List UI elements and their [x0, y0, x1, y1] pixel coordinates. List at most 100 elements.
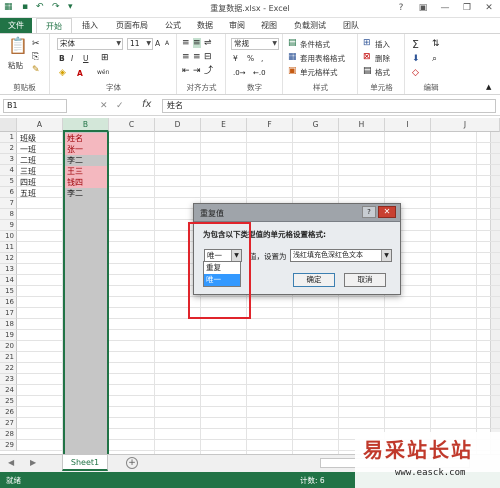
dialog-help-button[interactable]: ? — [362, 206, 376, 218]
tab-formulas[interactable]: 公式 — [158, 18, 188, 33]
confirm-entry-icon[interactable]: ✓ — [116, 101, 124, 111]
row-header[interactable]: 22 — [0, 363, 17, 374]
row-header[interactable]: 3 — [0, 154, 17, 165]
row-header[interactable]: 18 — [0, 319, 17, 330]
paste-icon[interactable]: 📋 — [8, 38, 28, 54]
row-header[interactable]: 1 — [0, 132, 17, 143]
column-header-h[interactable]: H — [339, 118, 385, 132]
font-color-button[interactable]: A — [77, 69, 83, 78]
cell-a1[interactable]: 班级 — [18, 133, 36, 144]
cell-b3[interactable]: 李二 — [65, 155, 107, 166]
align-top-icon[interactable]: ≡ — [182, 38, 190, 48]
format-as-table-button[interactable]: 套用表格格式 — [300, 53, 345, 64]
cell-b4[interactable]: 王三 — [65, 166, 107, 177]
wrap-text-icon[interactable]: ⇌ — [204, 38, 212, 48]
tab-view[interactable]: 视图 — [254, 18, 284, 33]
fill-color-icon[interactable]: ◈ — [59, 68, 66, 78]
cancel-button[interactable]: 取消 — [344, 273, 386, 287]
row-header[interactable]: 4 — [0, 165, 17, 176]
format-painter-icon[interactable]: ✎ — [32, 65, 40, 75]
chevron-down-icon[interactable]: ▼ — [381, 250, 391, 261]
restore-button[interactable]: ❐ — [456, 0, 478, 16]
phonetic-button[interactable]: wén — [97, 69, 109, 76]
row-header[interactable]: 14 — [0, 275, 17, 286]
select-all-corner[interactable] — [0, 118, 17, 132]
ok-button[interactable]: 确定 — [293, 273, 335, 287]
clear-icon[interactable]: ◇ — [412, 68, 419, 78]
cell-a2[interactable]: 一班 — [18, 144, 36, 155]
row-header[interactable]: 20 — [0, 341, 17, 352]
font-name-select[interactable]: 宋体 ▼ — [57, 38, 123, 50]
row-header[interactable]: 8 — [0, 209, 17, 220]
row-header[interactable]: 6 — [0, 187, 17, 198]
percent-button[interactable]: % — [247, 54, 254, 63]
name-box[interactable]: B1 — [3, 99, 67, 113]
align-middle-icon[interactable]: ≡ — [193, 38, 201, 48]
comma-button[interactable]: , — [261, 54, 263, 63]
row-header[interactable]: 21 — [0, 352, 17, 363]
merge-icon[interactable]: ⊟ — [204, 52, 212, 62]
cell-b1[interactable]: 姓名 — [65, 133, 107, 144]
next-sheet-icon[interactable]: ▶ — [30, 458, 36, 467]
cut-icon[interactable]: ✂ — [32, 39, 40, 49]
tab-file[interactable]: 文件 — [0, 18, 32, 33]
tab-page-layout[interactable]: 页面布局 — [108, 18, 156, 33]
sheet-tab-sheet1[interactable]: Sheet1 — [62, 455, 108, 471]
add-sheet-icon[interactable]: + — [126, 457, 138, 469]
insert-button[interactable]: 插入 — [375, 39, 390, 50]
decrease-decimal-icon[interactable]: ←.0 — [253, 68, 266, 78]
cell-b2[interactable]: 张一 — [65, 144, 107, 155]
column-header-a[interactable]: A — [17, 118, 63, 132]
row-header[interactable]: 7 — [0, 198, 17, 209]
row-header[interactable]: 9 — [0, 220, 17, 231]
tab-data[interactable]: 数据 — [190, 18, 220, 33]
dialog-close-button[interactable]: ✕ — [378, 206, 396, 218]
paste-button[interactable]: 粘贴 — [8, 60, 23, 71]
number-format-select[interactable]: 常规 ▼ — [231, 38, 279, 50]
autosum-button[interactable]: Σ — [412, 38, 419, 51]
tab-insert[interactable]: 插入 — [74, 18, 106, 33]
fill-icon[interactable]: ⬇ — [412, 54, 420, 64]
cell-a4[interactable]: 三班 — [18, 166, 36, 177]
cell-a3[interactable]: 二班 — [18, 155, 36, 166]
dialog-title-bar[interactable]: 重复值 ? ✕ — [194, 204, 400, 222]
column-header-f[interactable]: F — [247, 118, 293, 132]
grow-font-button[interactable]: A — [155, 39, 160, 48]
row-header[interactable]: 11 — [0, 242, 17, 253]
format-select[interactable]: 浅红填充色深红色文本 ▼ — [290, 249, 392, 262]
align-left-icon[interactable]: ≡ — [182, 52, 190, 62]
help-button[interactable]: ? — [390, 0, 412, 16]
underline-button[interactable]: U — [83, 54, 89, 63]
prev-sheet-icon[interactable]: ◀ — [8, 458, 14, 467]
cell-b5[interactable]: 钱四 — [65, 177, 107, 188]
tab-review[interactable]: 审阅 — [222, 18, 252, 33]
row-header[interactable]: 16 — [0, 297, 17, 308]
row-header[interactable]: 25 — [0, 396, 17, 407]
orientation-icon[interactable]: ⤴ — [204, 66, 213, 76]
cell-b6[interactable]: 李二 — [65, 188, 107, 199]
row-header[interactable]: 2 — [0, 143, 17, 154]
ribbon-display-button[interactable]: ▣ — [412, 0, 434, 16]
row-header[interactable]: 15 — [0, 286, 17, 297]
column-header-g[interactable]: G — [293, 118, 339, 132]
column-header-b[interactable]: B — [63, 118, 109, 132]
shrink-font-button[interactable]: A — [165, 40, 169, 47]
column-header-d[interactable]: D — [155, 118, 201, 132]
insert-function-button[interactable]: fx — [142, 99, 151, 110]
borders-icon[interactable]: ⊞ — [101, 53, 109, 63]
minimize-button[interactable]: — — [434, 0, 456, 16]
row-header[interactable]: 23 — [0, 374, 17, 385]
cell-a5[interactable]: 四班 — [18, 177, 36, 188]
increase-indent-icon[interactable]: ⇥ — [193, 66, 201, 76]
row-header[interactable]: 12 — [0, 253, 17, 264]
delete-button[interactable]: 删除 — [375, 53, 390, 64]
format-button[interactable]: 格式 — [375, 67, 390, 78]
column-header-e[interactable]: E — [201, 118, 247, 132]
column-header-j[interactable]: J — [431, 118, 500, 132]
currency-button[interactable]: ¥ — [233, 54, 238, 63]
decrease-indent-icon[interactable]: ⇤ — [182, 66, 190, 76]
row-header[interactable]: 10 — [0, 231, 17, 242]
tab-home[interactable]: 开始 — [36, 18, 72, 33]
font-size-select[interactable]: 11 ▼ — [127, 38, 153, 50]
cancel-entry-icon[interactable]: ✕ — [100, 101, 108, 111]
